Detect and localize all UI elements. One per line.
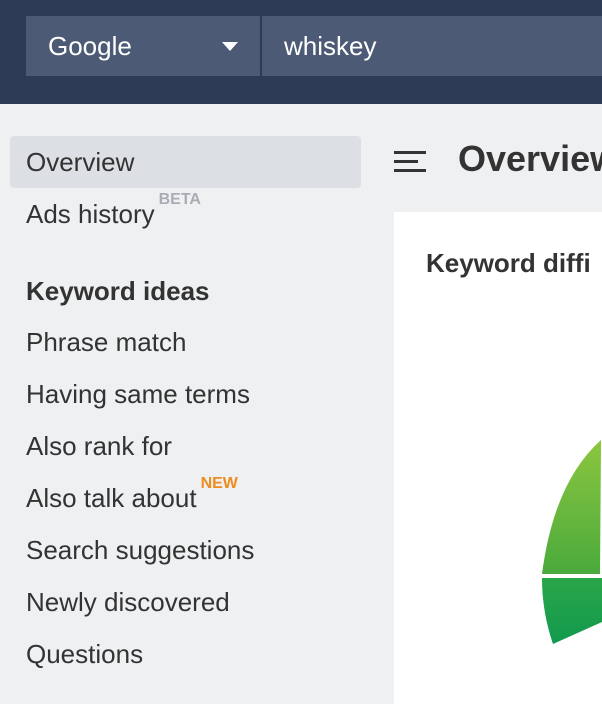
sidebar-item-label: Also talk about bbox=[26, 482, 197, 513]
sidebar-item-label: Newly discovered bbox=[26, 586, 230, 617]
difficulty-gauge bbox=[540, 440, 602, 644]
content-header bbox=[394, 136, 426, 188]
sidebar-item-label: Search suggestions bbox=[26, 534, 255, 565]
sidebar-item-overview[interactable]: Overview bbox=[10, 136, 361, 188]
page-title: Overview bbox=[458, 138, 602, 179]
keyword-difficulty-card: Keyword diffi bbox=[394, 212, 602, 704]
beta-badge: BETA bbox=[158, 191, 201, 208]
sidebar-item-phrase-match[interactable]: Phrase match bbox=[10, 316, 361, 368]
top-search-bar: Google bbox=[0, 0, 602, 104]
sidebar-item-label: Overview bbox=[26, 146, 135, 177]
search-engine-value: Google bbox=[48, 30, 132, 61]
sidebar-item-label: Ads history bbox=[26, 198, 155, 229]
new-badge: NEW bbox=[200, 475, 238, 492]
sidebar-item-label: Questions bbox=[26, 638, 144, 669]
sidebar-item-ads-history[interactable]: Ads history BETA bbox=[10, 188, 361, 240]
sidebar-item-search-suggestions[interactable]: Search suggestions bbox=[10, 524, 361, 576]
search-engine-select[interactable]: Google bbox=[26, 16, 260, 76]
section-heading-keyword-ideas: Keyword ideas bbox=[26, 276, 210, 306]
caret-down-icon bbox=[222, 41, 238, 51]
sidebar-item-questions[interactable]: Questions bbox=[10, 628, 361, 680]
sidebar-item-having-same-terms[interactable]: Having same terms bbox=[10, 368, 361, 420]
sidebar-item-label: Having same terms bbox=[26, 378, 250, 409]
hamburger-menu-icon[interactable] bbox=[394, 149, 426, 175]
sidebar-item-also-talk-about[interactable]: Also talk about NEW bbox=[10, 472, 361, 524]
sidebar-item-also-rank-for[interactable]: Also rank for bbox=[10, 420, 361, 472]
gauge-arc-lower bbox=[542, 578, 602, 644]
sidebar-nav: Overview Ads history BETA Keyword ideas … bbox=[0, 104, 380, 704]
keyword-search-input[interactable] bbox=[262, 16, 602, 76]
sidebar-item-newly-discovered[interactable]: Newly discovered bbox=[10, 576, 361, 628]
sidebar-item-label: Phrase match bbox=[26, 326, 187, 357]
sidebar-item-label: Also rank for bbox=[26, 430, 172, 461]
gauge-arc-upper bbox=[542, 440, 601, 574]
